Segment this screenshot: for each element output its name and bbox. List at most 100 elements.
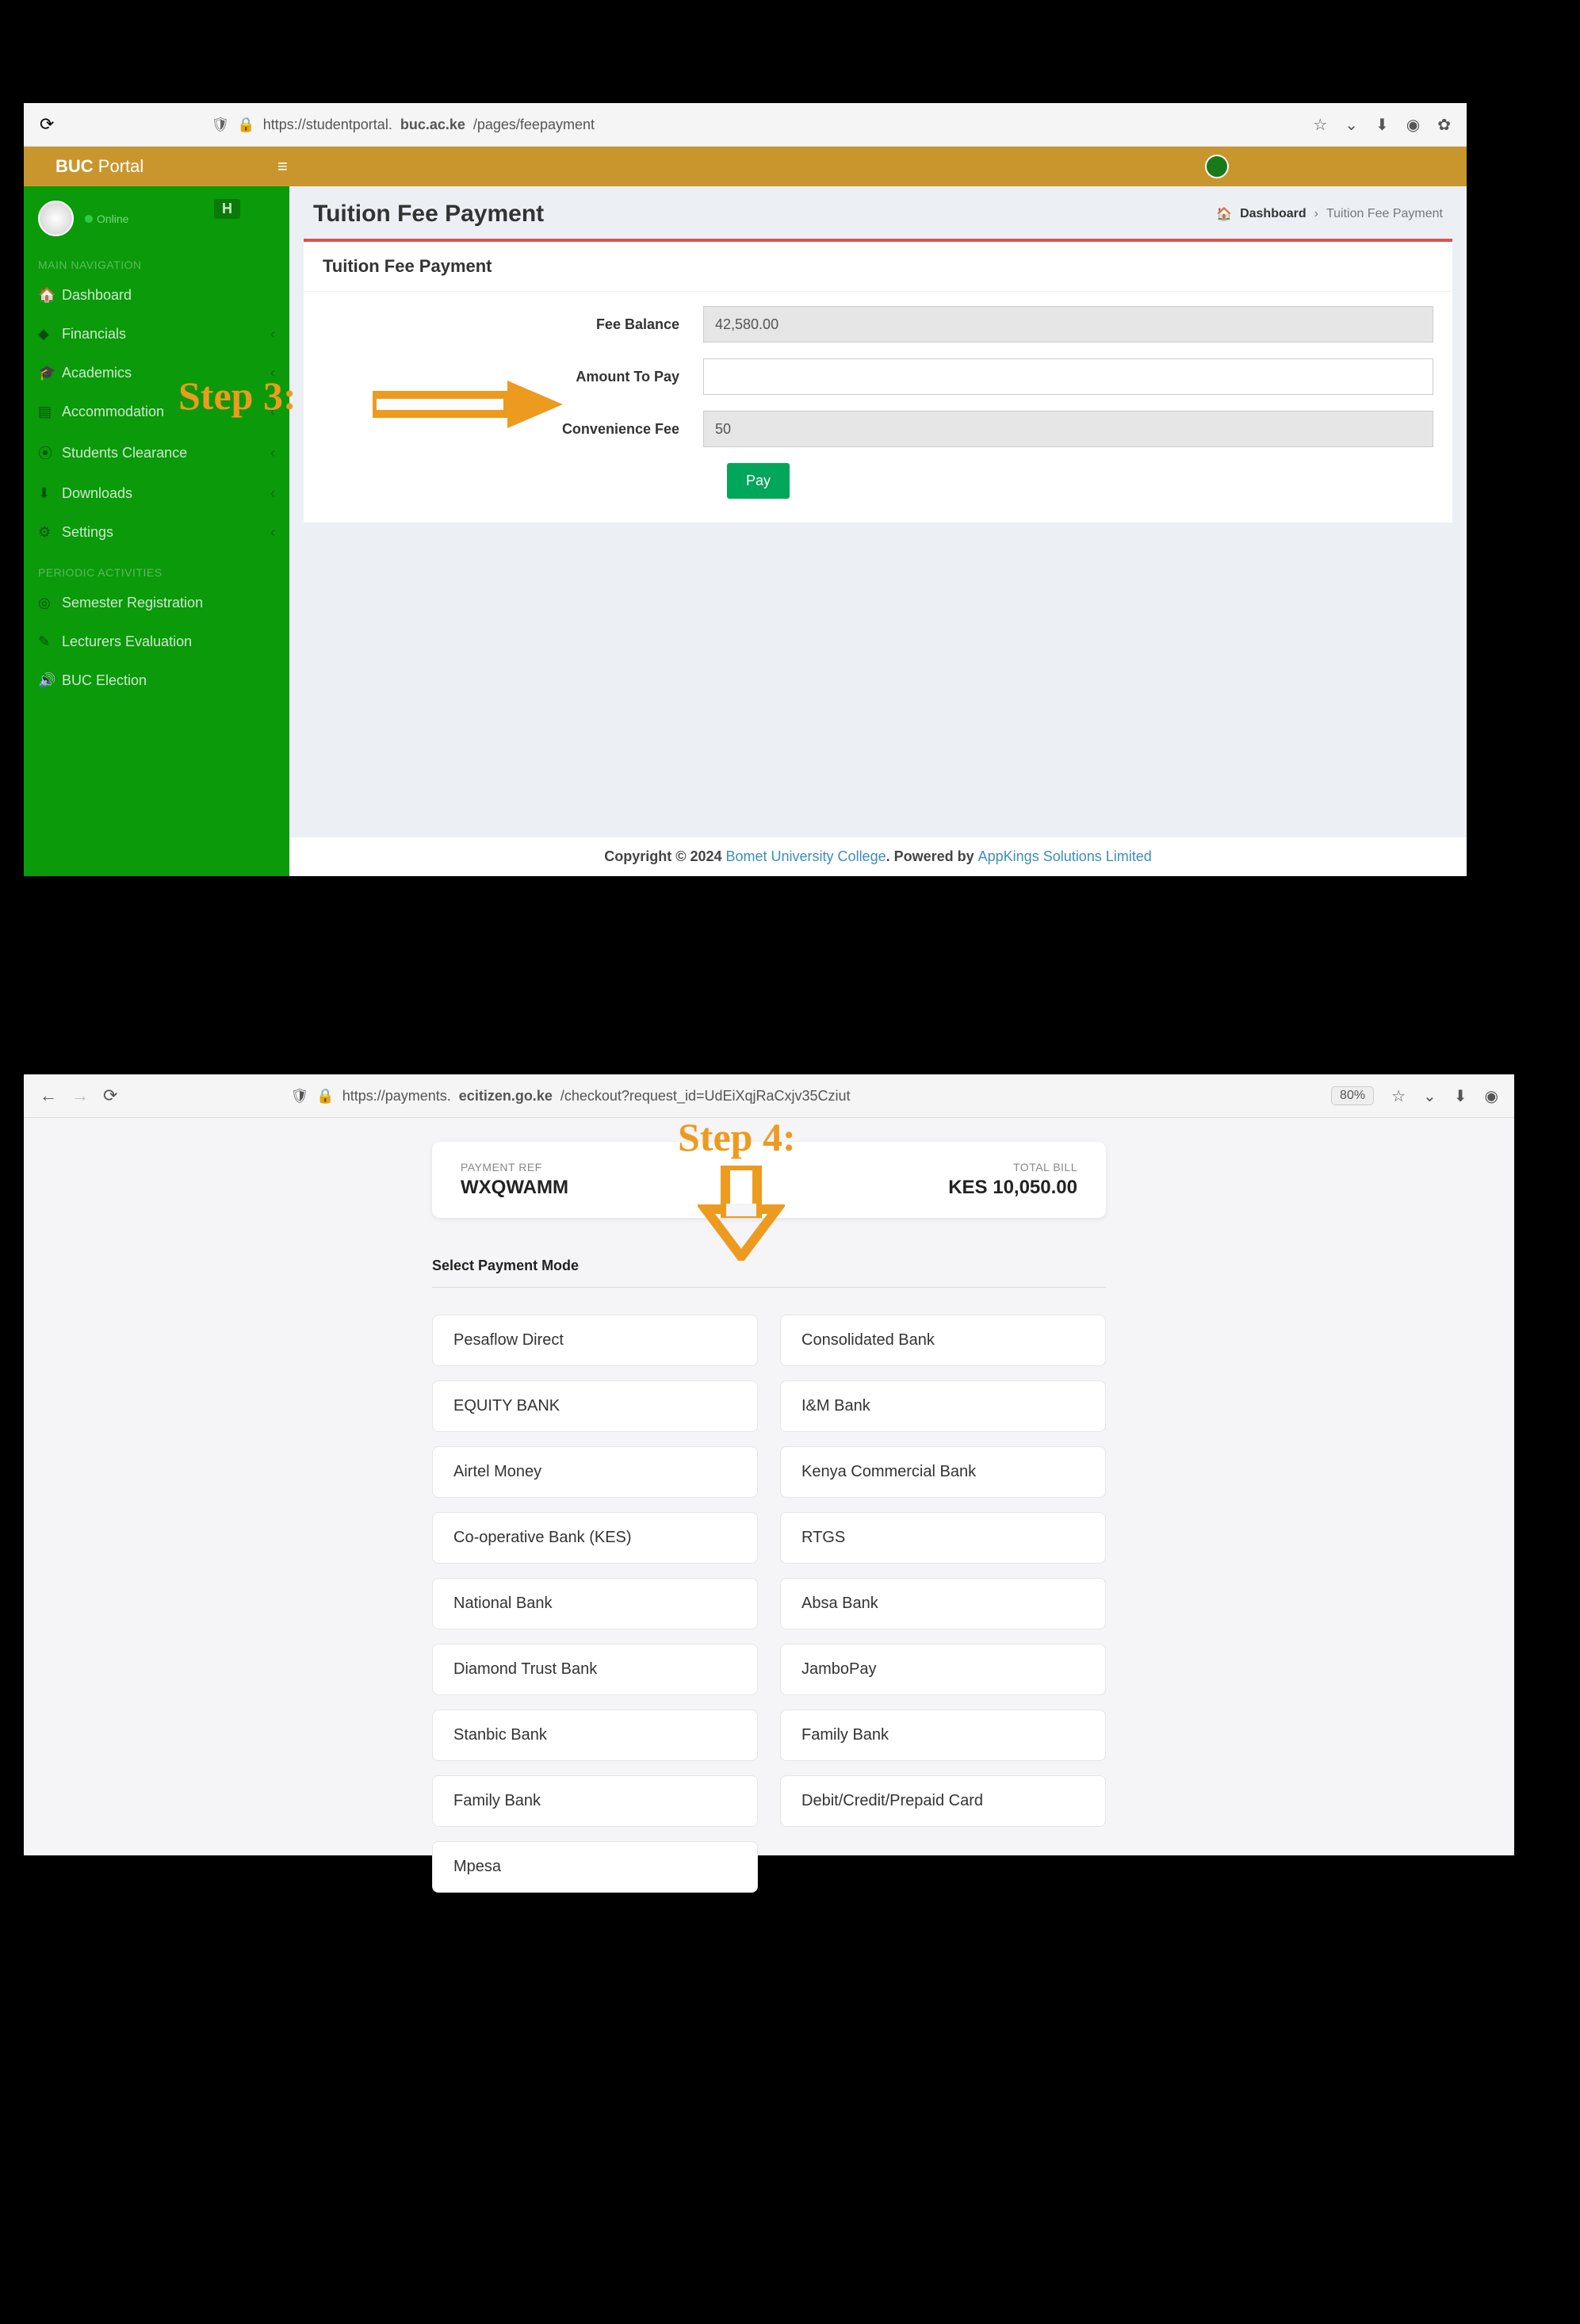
breadcrumb-sep: › bbox=[1314, 207, 1318, 221]
step3-label: Step 3: bbox=[178, 373, 296, 419]
payment-option-consolidated-bank[interactable]: Consolidated Bank bbox=[780, 1315, 1106, 1366]
brand-bold: BUC bbox=[55, 156, 94, 176]
payment-option-pesaflow-direct[interactable]: Pesaflow Direct bbox=[432, 1315, 758, 1366]
url-part1: https://payments. bbox=[342, 1088, 451, 1105]
breadcrumb: 🏠 Dashboard › Tuition Fee Payment bbox=[1216, 206, 1443, 222]
payment-option-kcb[interactable]: Kenya Commercial Bank bbox=[780, 1446, 1106, 1498]
sidebar-item-dashboard[interactable]: 🏠Dashboard bbox=[24, 276, 289, 315]
sidebar: Online H MAIN NAVIGATION 🏠Dashboard ◆ Fin… bbox=[24, 186, 289, 876]
page-header: Tuition Fee Payment 🏠 Dashboard › Tuitio… bbox=[289, 186, 1467, 239]
url-bold: buc.ac.ke bbox=[400, 117, 465, 133]
page-title: Tuition Fee Payment bbox=[313, 201, 544, 228]
clearance-icon: ⦿ bbox=[38, 442, 52, 463]
sidebar-item-label: BUC Election bbox=[62, 672, 147, 689]
address-bar[interactable]: 🛡 🔒 https://payments.ecitizen.go.ke/chec… bbox=[132, 1088, 1317, 1105]
payment-option-mpesa[interactable]: Mpesa bbox=[432, 1841, 758, 1893]
download-icon[interactable]: ⬇ bbox=[1375, 115, 1389, 135]
sidebar-item-settings[interactable]: ⚙Settings‹ bbox=[24, 513, 289, 552]
shield-icon: 🛡 bbox=[211, 117, 229, 133]
lock-icon: 🔒 bbox=[237, 117, 254, 133]
payment-option-family-bank-2[interactable]: Family Bank bbox=[432, 1775, 758, 1827]
payment-option-stanbic-bank[interactable]: Stanbic Bank bbox=[432, 1709, 758, 1761]
reload-icon[interactable]: ⟳ bbox=[40, 114, 54, 135]
payment-ref-label: PAYMENT REF bbox=[461, 1161, 568, 1173]
topbar-avatar[interactable] bbox=[1205, 155, 1229, 178]
footer-link-appkings[interactable]: AppKings Solutions Limited bbox=[978, 848, 1152, 864]
election-icon: 🔊 bbox=[38, 672, 52, 689]
star-icon[interactable]: ☆ bbox=[1313, 115, 1327, 135]
card-title: Tuition Fee Payment bbox=[304, 242, 1452, 292]
payment-option-cooperative-bank[interactable]: Co-operative Bank (KES) bbox=[432, 1512, 758, 1564]
breadcrumb-current: Tuition Fee Payment bbox=[1326, 207, 1443, 221]
account-icon[interactable]: ◉ bbox=[1406, 115, 1420, 135]
payment-option-jambopay[interactable]: JamboPay bbox=[780, 1644, 1106, 1695]
footer-mid: . Powered by bbox=[886, 848, 978, 864]
user-initial[interactable]: H bbox=[214, 199, 240, 219]
payment-option-absa-bank[interactable]: Absa Bank bbox=[780, 1578, 1106, 1629]
payment-option-equity-bank[interactable]: EQUITY BANK bbox=[432, 1380, 758, 1432]
app-topbar: BUC Portal ≡ bbox=[24, 147, 1467, 186]
forward-icon[interactable]: → bbox=[71, 1085, 89, 1106]
payment-mode-grid: Pesaflow Direct Consolidated Bank EQUITY… bbox=[432, 1315, 1106, 1893]
sidebar-item-downloads[interactable]: ⬇Downloads‹ bbox=[24, 474, 289, 513]
sidebar-item-clearance[interactable]: ⦿ Students Clearance ‹ bbox=[24, 431, 289, 474]
download-icon[interactable]: ⬇ bbox=[1454, 1086, 1467, 1106]
pay-button[interactable]: Pay bbox=[727, 463, 790, 499]
sidebar-item-financials[interactable]: ◆Financials‹ bbox=[24, 315, 289, 354]
app-brand[interactable]: BUC Portal bbox=[55, 156, 277, 177]
sidebar-item-label: Downloads bbox=[62, 485, 132, 502]
financials-icon: ◆ bbox=[38, 326, 52, 343]
payment-ref-value: WXQWAMM bbox=[461, 1177, 568, 1199]
extensions-icon[interactable]: ✿ bbox=[1437, 115, 1451, 135]
sidebar-item-label: Settings bbox=[62, 524, 113, 541]
payment-option-airtel-money[interactable]: Airtel Money bbox=[432, 1446, 758, 1498]
footer-link-buc[interactable]: Bomet University College bbox=[726, 848, 886, 864]
payment-option-card[interactable]: Debit/Credit/Prepaid Card bbox=[780, 1775, 1106, 1827]
url-part2: /pages/feepayment bbox=[473, 117, 595, 133]
evaluation-icon: ✎ bbox=[38, 634, 52, 650]
shield-icon: 🛡 bbox=[290, 1088, 308, 1105]
amount-to-pay-input[interactable] bbox=[703, 358, 1433, 395]
payment-option-family-bank[interactable]: Family Bank bbox=[780, 1709, 1106, 1761]
sidebar-item-label: Financials bbox=[62, 326, 126, 343]
dashboard-icon: 🏠 bbox=[1216, 206, 1232, 222]
address-bar[interactable]: 🛡 🔒 https://studentportal. buc.ac.ke/page… bbox=[68, 117, 1299, 133]
total-bill-value: KES 10,050.00 bbox=[948, 1177, 1077, 1199]
registration-icon: ◎ bbox=[38, 595, 52, 611]
reload-icon[interactable]: ⟳ bbox=[103, 1085, 117, 1106]
browser-toolbar: ⟳ 🛡 🔒 https://studentportal. buc.ac.ke/pa… bbox=[24, 103, 1467, 147]
payment-option-national-bank[interactable]: National Bank bbox=[432, 1578, 758, 1629]
total-bill-label: TOTAL BILL bbox=[948, 1161, 1077, 1173]
sidebar-item-label: Accommodation bbox=[62, 404, 164, 420]
hamburger-icon[interactable]: ≡ bbox=[277, 156, 288, 177]
sidebar-item-buc-election[interactable]: 🔊 BUC Election bbox=[24, 661, 289, 700]
back-icon[interactable]: ← bbox=[40, 1085, 57, 1106]
star-icon[interactable]: ☆ bbox=[1391, 1086, 1406, 1106]
sidebar-section-main: MAIN NAVIGATION bbox=[24, 244, 289, 276]
sidebar-item-semester-registration[interactable]: ◎ Semester Registration bbox=[24, 584, 289, 622]
select-payment-mode-label: Select Payment Mode bbox=[432, 1258, 1106, 1288]
payment-option-im-bank[interactable]: I&M Bank bbox=[780, 1380, 1106, 1432]
zoom-badge[interactable]: 80% bbox=[1331, 1086, 1374, 1105]
chevron-left-icon: ‹ bbox=[270, 485, 275, 502]
chevron-left-icon: ‹ bbox=[270, 445, 275, 461]
sidebar-item-label: Semester Registration bbox=[62, 595, 203, 611]
payment-option-rtgs[interactable]: RTGS bbox=[780, 1512, 1106, 1564]
app-footer: Copyright © 2024 Bomet University Colleg… bbox=[289, 837, 1467, 876]
url-part2: /checkout?request_id=UdEiXqjRaCxjv35Cziu… bbox=[560, 1088, 851, 1105]
pocket-icon[interactable]: ⌄ bbox=[1345, 115, 1358, 135]
url-part1: https://studentportal. bbox=[263, 117, 392, 133]
user-avatar[interactable] bbox=[38, 201, 74, 236]
step3-arrow-icon bbox=[373, 381, 563, 428]
sidebar-section-periodic: PERIODIC ACTIVITIES bbox=[24, 552, 289, 584]
account-icon[interactable]: ◉ bbox=[1485, 1086, 1498, 1106]
breadcrumb-dashboard[interactable]: Dashboard bbox=[1240, 207, 1306, 221]
accommodation-icon: ▤ bbox=[38, 404, 52, 420]
step4-arrow-icon bbox=[698, 1166, 785, 1261]
pocket-icon[interactable]: ⌄ bbox=[1423, 1086, 1437, 1106]
brand-light: Portal bbox=[98, 156, 143, 176]
payment-option-dtb[interactable]: Diamond Trust Bank bbox=[432, 1644, 758, 1695]
online-status: Online bbox=[85, 212, 128, 225]
sidebar-item-lecturers-evaluation[interactable]: ✎Lecturers Evaluation bbox=[24, 622, 289, 661]
sidebar-item-label: Students Clearance bbox=[62, 445, 187, 461]
